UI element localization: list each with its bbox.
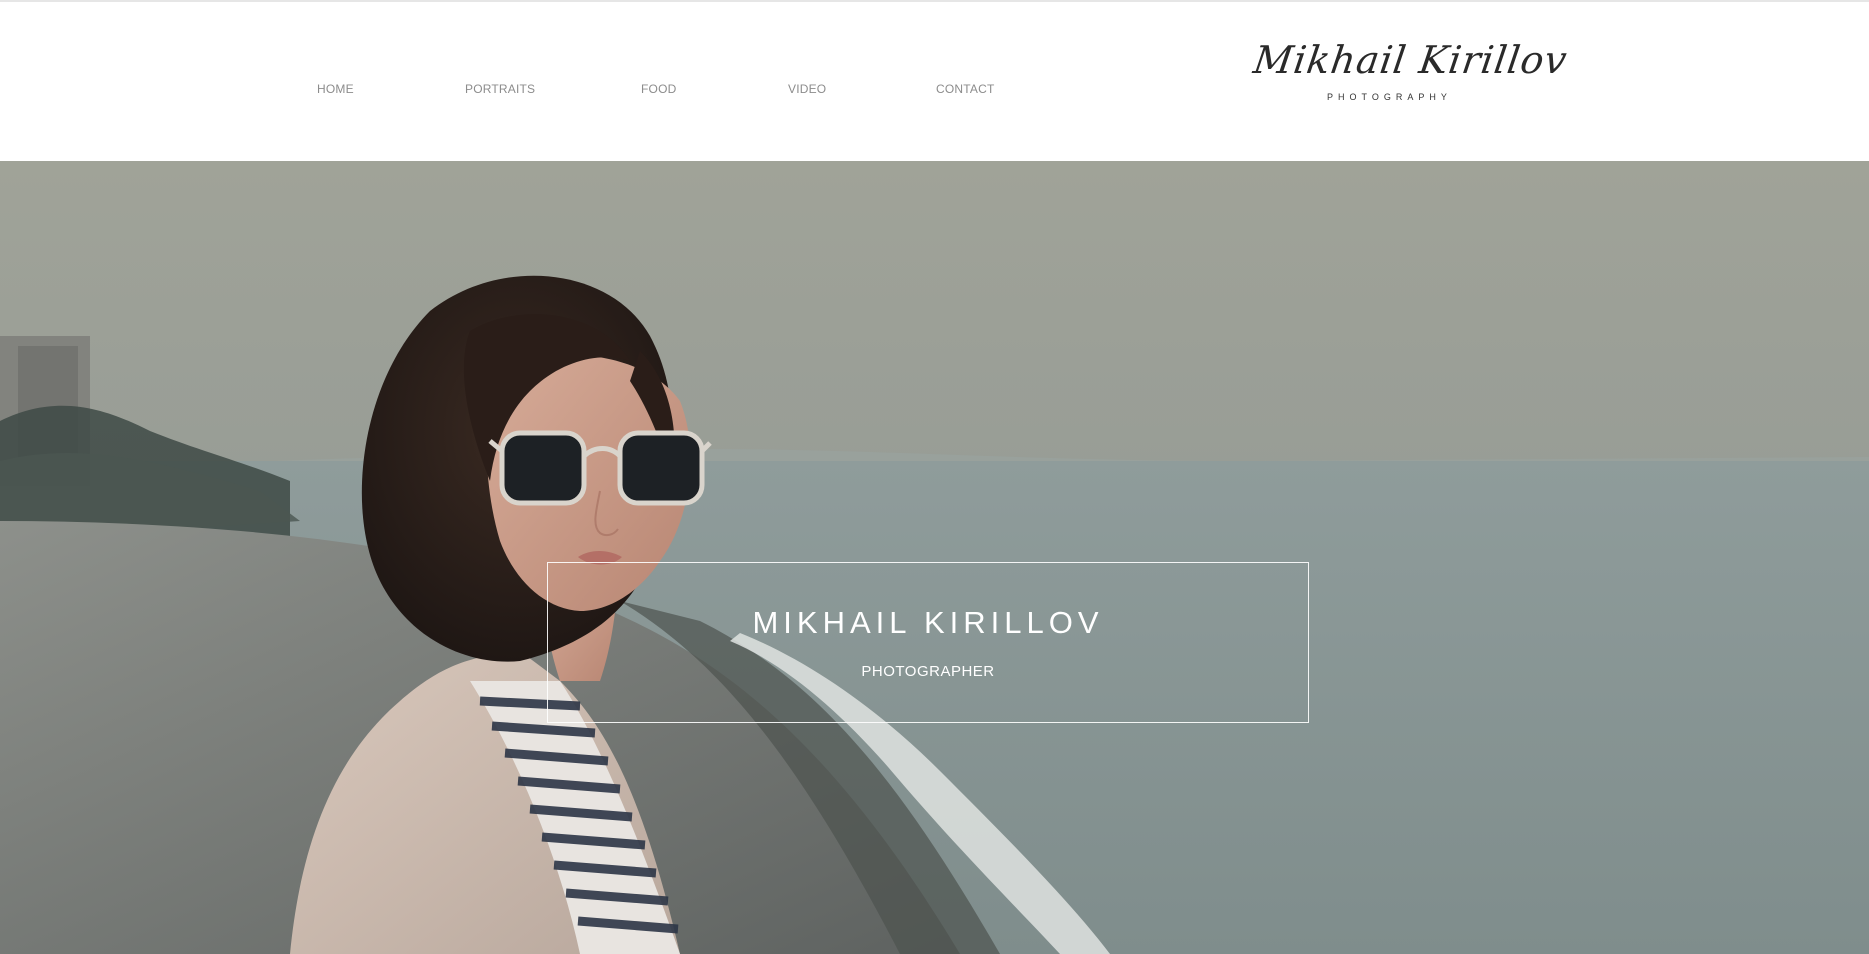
site-header: HOME PORTRAITS FOOD VIDEO CONTACT Mikhai…: [0, 2, 1869, 161]
nav-item-food[interactable]: FOOD: [641, 82, 676, 96]
hero-subtitle: PHOTOGRAPHER: [861, 663, 995, 680]
logo-script-text: Mikhail Kirillov: [1250, 38, 1571, 82]
nav-item-home[interactable]: HOME: [317, 82, 354, 96]
hero-photo: [0, 161, 1869, 954]
page: HOME PORTRAITS FOOD VIDEO CONTACT Mikhai…: [0, 0, 1869, 954]
hero-title: MIKHAIL KIRILLOV: [752, 605, 1104, 640]
hero-section: MIKHAIL KIRILLOV PHOTOGRAPHER: [0, 161, 1869, 954]
nav-item-contact[interactable]: CONTACT: [936, 82, 995, 96]
nav-item-portraits[interactable]: PORTRAITS: [465, 82, 535, 96]
logo-subtitle: PHOTOGRAPHY: [1327, 92, 1452, 102]
site-logo[interactable]: Mikhail Kirillov PHOTOGRAPHY: [1250, 32, 1570, 112]
hero-title-box: MIKHAIL KIRILLOV PHOTOGRAPHER: [547, 562, 1309, 723]
nav-item-video[interactable]: VIDEO: [788, 82, 826, 96]
